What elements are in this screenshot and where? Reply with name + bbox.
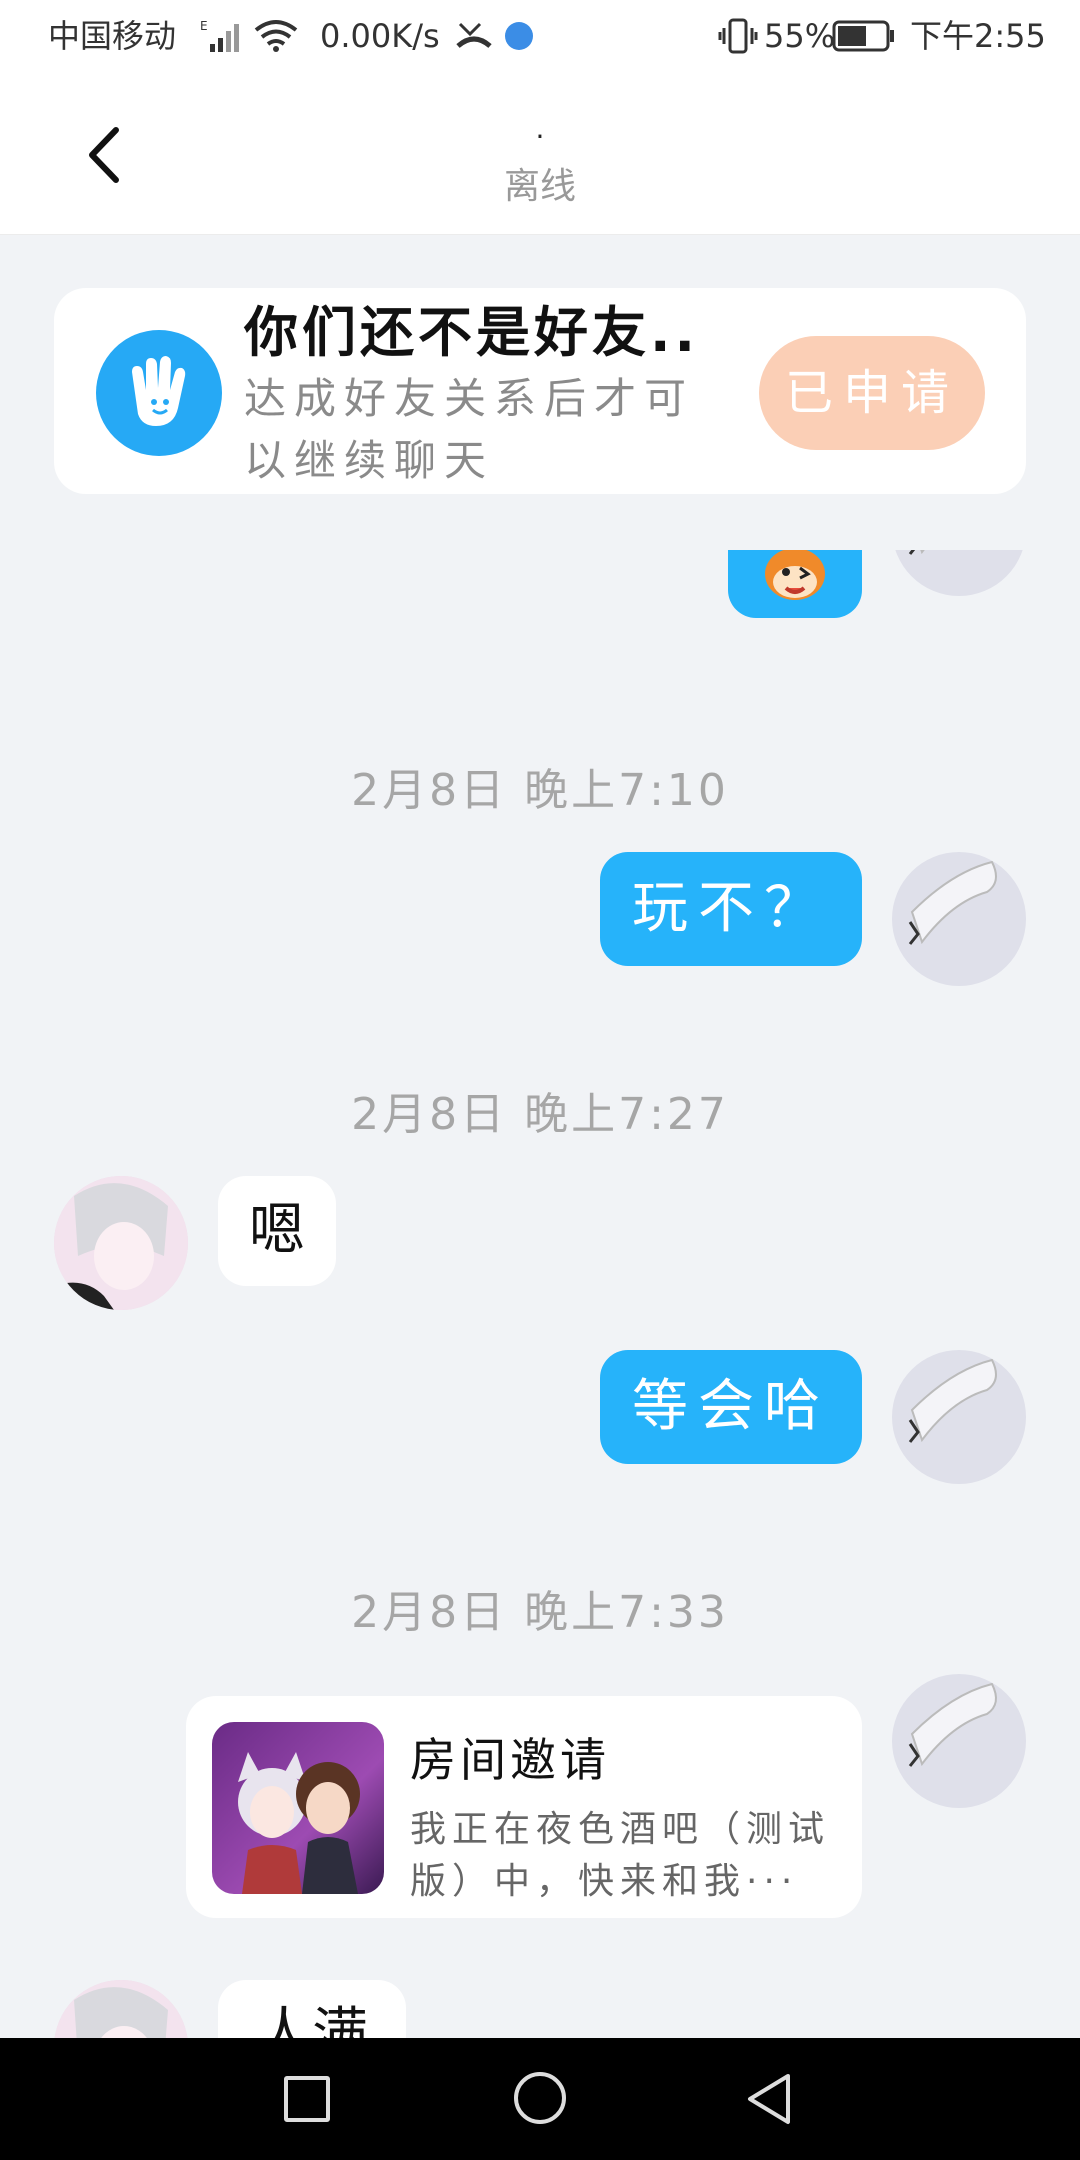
sticker-face-icon <box>765 550 825 600</box>
my-avatar[interactable] <box>892 550 1026 596</box>
missed-call-icon <box>456 20 492 56</box>
battery-percent: 55% <box>764 17 836 55</box>
network-speed: 0.00K/s <box>320 17 440 55</box>
circle-icon[interactable] <box>514 2072 566 2124</box>
app-notification-icon <box>505 22 533 50</box>
invite-thumbnail <box>212 1722 384 1894</box>
timestamp: 2月8日 晚上7:10 <box>351 765 729 816</box>
timestamp: 2月8日 晚上7:33 <box>351 1587 729 1638</box>
invite-description: 我正在夜色酒吧（测试版）中，快来和我··· <box>410 1809 831 1902</box>
triangle-back-icon[interactable] <box>744 2072 794 2130</box>
battery-icon <box>832 20 896 56</box>
svg-text:E: E <box>200 19 208 33</box>
invite-title: 房间邀请 <box>410 1733 610 1787</box>
friend-request-banner: 你们还不是好友.. 达成好友关系后才可以继续聊天 已申请 <box>54 288 1026 494</box>
carrier-label: 中国移动 <box>48 17 177 55</box>
applied-button[interactable]: 已申请 <box>759 336 985 450</box>
my-avatar[interactable] <box>892 1350 1026 1484</box>
status-bar: 中国移动 E 0.00K/s 55% 下午2:55 <box>0 0 1080 72</box>
banner-description: 达成好友关系后才可以继续聊天 <box>244 374 695 485</box>
message-bubble-received[interactable]: 人满 <box>218 1980 406 2038</box>
chat-header: . 离线 <box>0 72 1080 235</box>
clock: 下午2:55 <box>910 17 1046 55</box>
vibrate-icon <box>718 18 758 58</box>
chat-title: . <box>535 112 545 145</box>
message-bubble-sent[interactable]: 等会哈 <box>600 1350 862 1464</box>
room-invite-card[interactable]: 房间邀请 我正在夜色酒吧（测试版）中，快来和我··· <box>186 1696 862 1918</box>
signal-icon: E <box>200 18 246 58</box>
message-bubble-sent[interactable]: 玩不？ <box>600 852 862 966</box>
timestamp: 2月8日 晚上7:27 <box>351 1089 729 1140</box>
hand-wave-icon <box>96 330 222 456</box>
my-avatar[interactable] <box>892 1674 1026 1808</box>
message-list[interactable]: 2月8日 晚上7:10 玩不？ 2月8日 晚上7:27 嗯 等会哈 2月8日 晚… <box>0 550 1080 2038</box>
contact-avatar[interactable] <box>54 1980 188 2038</box>
contact-avatar[interactable] <box>54 1176 188 1310</box>
banner-title: 你们还不是好友.. <box>244 301 700 364</box>
message-bubble-received[interactable]: 嗯 <box>218 1176 336 1286</box>
system-navigation-bar <box>0 2038 1080 2160</box>
online-status: 离线 <box>503 166 576 207</box>
sticker-message[interactable] <box>728 550 862 618</box>
my-avatar[interactable] <box>892 852 1026 986</box>
wifi-icon <box>254 18 298 58</box>
square-icon[interactable] <box>284 2076 330 2122</box>
